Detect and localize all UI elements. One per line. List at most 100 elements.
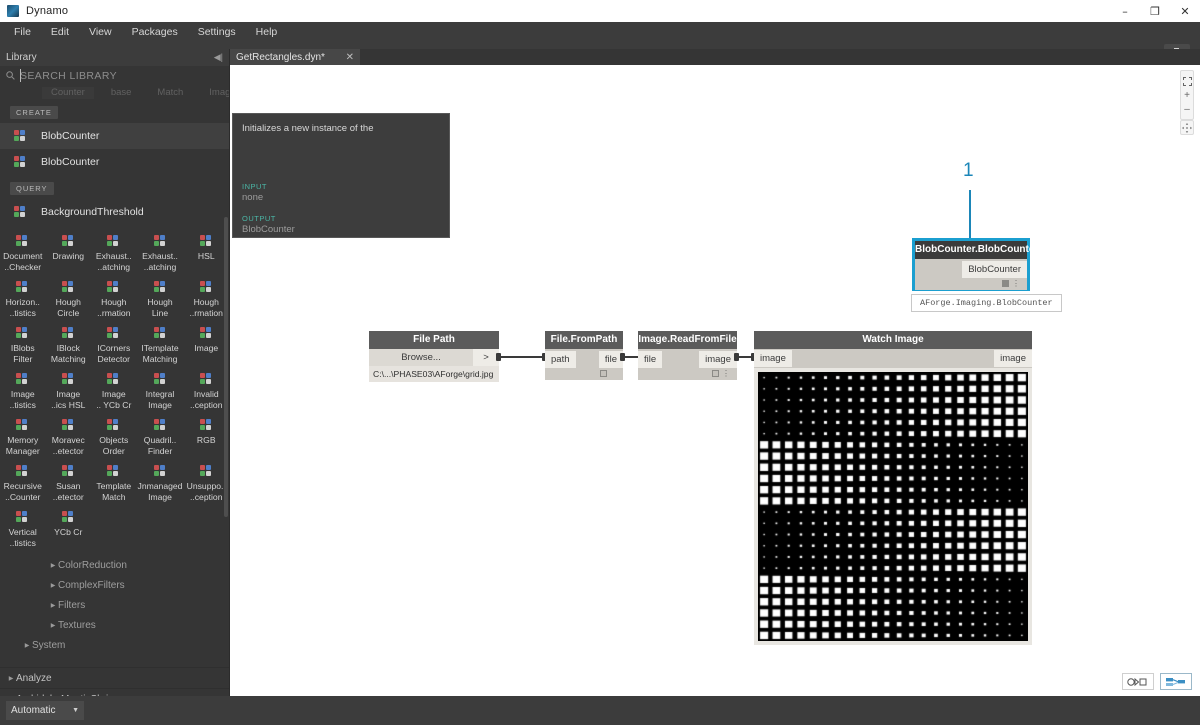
library-grid-item[interactable]: Image xyxy=(183,323,229,367)
node-file-frompath[interactable]: File.FromPath path file xyxy=(545,331,623,380)
graph-view-icon[interactable] xyxy=(1160,673,1192,690)
library-grid-item[interactable]: Drawing xyxy=(46,231,92,275)
collapse-panel-icon[interactable]: ◀| xyxy=(214,52,223,63)
library-grid-item[interactable]: Invalid ..ception xyxy=(183,369,229,413)
library-grid-item[interactable]: Image ..ics HSL xyxy=(46,369,92,413)
library-grid-item[interactable]: IBlobs Filter xyxy=(0,323,46,367)
library-grid-item[interactable]: Hough ..rmation xyxy=(183,277,229,321)
library-grid-item[interactable]: HSL xyxy=(183,231,229,275)
node-context-menu-icon[interactable]: ⋮ xyxy=(1012,279,1020,288)
node-blobcounter[interactable]: BlobCounter.BlobCounter BlobCounter ⋮ xyxy=(912,238,1030,291)
watch-image-preview xyxy=(754,368,1032,645)
maximize-button[interactable]: ❐ xyxy=(1140,0,1170,22)
run-mode-dropdown[interactable]: Automatic ▼ xyxy=(6,701,84,720)
library-grid-item[interactable]: Integral Image xyxy=(137,369,184,413)
library-grid-item[interactable]: ITemplate Matching xyxy=(137,323,184,367)
library-tree-item-system[interactable]: ▶System xyxy=(0,635,229,655)
library-tree-item-textures[interactable]: ▶Textures xyxy=(0,615,229,635)
filter-tab-er-base[interactable]: ..er base xyxy=(102,86,141,99)
library-scrollbar[interactable] xyxy=(224,217,228,517)
menu-packages[interactable]: Packages xyxy=(122,23,188,42)
node-type-icon xyxy=(154,235,167,248)
menu-help[interactable]: Help xyxy=(246,23,288,42)
library-grid-item[interactable]: Exhaust.. ..atching xyxy=(137,231,184,275)
filter-tab-image[interactable]: Image xyxy=(200,87,229,99)
library-grid-item[interactable]: Vertical ..tistics xyxy=(0,507,46,551)
close-icon[interactable]: ✕ xyxy=(346,52,354,63)
zoom-in-button[interactable]: + xyxy=(1181,88,1194,102)
library-grid-item[interactable]: Image .. YCb Cr xyxy=(91,369,137,413)
node-input-port-image[interactable]: image xyxy=(754,350,792,367)
wire-cap xyxy=(734,353,739,361)
library-tree-item-filters[interactable]: ▶Filters xyxy=(0,595,229,615)
node-type-icon xyxy=(62,235,75,248)
browse-button[interactable]: Browse... xyxy=(369,349,473,366)
library-grid-item[interactable]: Recursive ..Counter xyxy=(0,461,46,505)
node-output-port-image[interactable]: image xyxy=(994,350,1032,367)
library-tree-item-complexfilters[interactable]: ▶ComplexFilters xyxy=(0,575,229,595)
library-grid-item[interactable]: Memory Manager xyxy=(0,415,46,459)
search-input[interactable]: SEARCH LIBRARY xyxy=(0,66,229,86)
node-preview-toggle[interactable] xyxy=(1002,280,1009,287)
library-grid-item-label: IBlock Matching xyxy=(51,343,86,364)
library-grid-item[interactable]: Horizon.. ..tistics xyxy=(0,277,46,321)
node-input-port-path[interactable]: path xyxy=(545,351,576,368)
zoom-out-button[interactable]: – xyxy=(1181,102,1194,116)
node-output-port-image[interactable]: image xyxy=(699,351,737,368)
library-grid-item[interactable]: Hough Line xyxy=(137,277,184,321)
library-grid-item[interactable]: Template Match xyxy=(91,461,137,505)
node-input-port-file[interactable]: file xyxy=(638,351,662,368)
library-grid-item-label: Hough ..rmation xyxy=(97,297,130,318)
node-preview-toggle[interactable] xyxy=(712,370,719,377)
library-tree-label: Filters xyxy=(58,600,85,611)
library-grid-item[interactable]: ICorners Detector xyxy=(91,323,137,367)
library-grid-item[interactable]: IBlock Matching xyxy=(46,323,92,367)
zoom-to-fit-icon[interactable] xyxy=(1181,74,1194,88)
library-grid-item[interactable]: Moravec ..etector xyxy=(46,415,92,459)
library-tree-item-colorreduction[interactable]: ▶ColorReduction xyxy=(0,555,229,575)
library-grid-item[interactable]: YCb Cr xyxy=(46,507,92,551)
node-file-path[interactable]: File Path Browse... > C:\...\PHASE03\AFo… xyxy=(369,331,499,382)
library-grid-item[interactable]: RGB xyxy=(183,415,229,459)
node-image-readfromfile[interactable]: Image.ReadFromFile file image ⋮ xyxy=(638,331,737,380)
library-grid-item[interactable]: Exhaust.. ..atching xyxy=(91,231,137,275)
menu-settings[interactable]: Settings xyxy=(188,23,246,42)
node-context-menu-icon[interactable]: ⋮ xyxy=(722,369,730,378)
chevron-right-icon[interactable]: ▶ xyxy=(48,582,58,589)
minimize-button[interactable]: – xyxy=(1110,0,1140,22)
menu-view[interactable]: View xyxy=(79,23,122,42)
node-output-port-blobcounter[interactable]: BlobCounter xyxy=(962,261,1027,278)
library-result-blobcounter-2[interactable]: BlobCounter xyxy=(0,149,229,175)
close-button[interactable]: ✕ xyxy=(1170,0,1200,22)
filter-tab-match[interactable]: Match xyxy=(148,87,192,99)
wire-cap xyxy=(496,353,501,361)
library-grid-item[interactable]: Jnmanaged Image xyxy=(137,461,184,505)
chevron-right-icon[interactable]: ▶ xyxy=(48,622,58,629)
node-preview-toggle[interactable] xyxy=(600,370,607,377)
geometry-view-icon[interactable] xyxy=(1122,673,1154,690)
chevron-right-icon[interactable]: ▶ xyxy=(48,602,58,609)
chevron-right-icon[interactable]: ▶ xyxy=(22,642,32,649)
menu-file[interactable]: File xyxy=(4,23,41,42)
library-grid-item[interactable]: Document ..Checker xyxy=(0,231,46,275)
library-result-blobcounter-1[interactable]: BlobCounter xyxy=(0,123,229,149)
library-grid-item[interactable]: Quadril.. Finder xyxy=(137,415,184,459)
library-result-backgroundthreshold[interactable]: BackgroundThreshold xyxy=(0,199,229,225)
library-root-analyze[interactable]: ▶Analyze xyxy=(0,667,229,688)
library-grid-item[interactable]: Susan ..etector xyxy=(46,461,92,505)
library-grid-item-label: Document ..Checker xyxy=(3,251,42,272)
tab-getrectangles[interactable]: GetRectangles.dyn* ✕ xyxy=(230,49,360,65)
library-grid-item[interactable]: Image ..tistics xyxy=(0,369,46,413)
graph-canvas[interactable]: Initializes a new instance of the INPUT … xyxy=(230,65,1200,696)
library-grid-item[interactable]: Unsuppo.. ..ception xyxy=(183,461,229,505)
library-grid-item-label: Unsuppo.. ..ception xyxy=(187,481,226,502)
filter-tab-counter[interactable]: Counter xyxy=(42,87,94,99)
chevron-right-icon[interactable]: ▶ xyxy=(6,675,16,682)
node-watch-image[interactable]: Watch Image image image xyxy=(754,331,1032,369)
library-grid-item[interactable]: Hough Circle xyxy=(46,277,92,321)
library-grid-item[interactable]: Hough ..rmation xyxy=(91,277,137,321)
library-grid-item[interactable]: Objects Order xyxy=(91,415,137,459)
pan-icon[interactable] xyxy=(1180,120,1194,135)
menu-edit[interactable]: Edit xyxy=(41,23,79,42)
chevron-right-icon[interactable]: ▶ xyxy=(48,562,58,569)
